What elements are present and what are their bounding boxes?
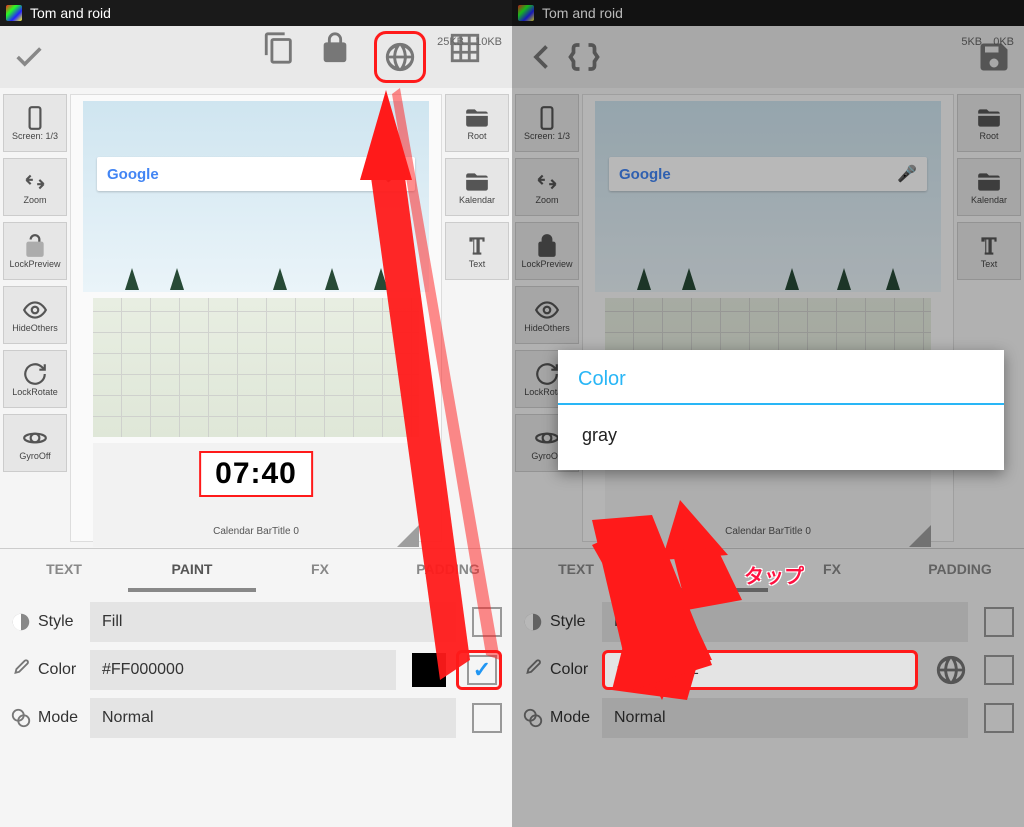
- sidebar-item-kalendar[interactable]: Kalendar: [957, 158, 1021, 216]
- preview-canvas[interactable]: Google🎤 Calendar BarTitle 0: [582, 94, 954, 542]
- title-bar: Tom and roid: [0, 0, 512, 26]
- memory-stats: 25KB 10KB: [429, 36, 502, 48]
- row-style: Style Fill: [522, 598, 1014, 646]
- tab-text[interactable]: TEXT: [0, 549, 128, 588]
- row-mode: Mode Normal: [10, 694, 502, 742]
- tab-padding[interactable]: PADDING: [384, 549, 512, 588]
- property-rows: Style Fill Color #FF000000 Mode Normal: [0, 592, 512, 742]
- globe-icon[interactable]: [383, 40, 417, 74]
- wallpaper: Google🎤: [83, 101, 429, 292]
- app-icon: [6, 5, 22, 21]
- sidebar-item-lockpreview[interactable]: LockPreview: [515, 222, 579, 280]
- tab-fx[interactable]: FX: [256, 549, 384, 588]
- sidebar-item-lockrotate[interactable]: LockRotate: [3, 350, 67, 408]
- dialog-input[interactable]: gray: [578, 405, 984, 470]
- calendar-text: Calendar BarTitle 0: [93, 526, 419, 537]
- map-widget[interactable]: [93, 298, 419, 437]
- color-value[interactable]: #FF000000: [90, 650, 396, 690]
- mode-value[interactable]: Normal: [602, 698, 968, 738]
- app-icon: [518, 5, 534, 21]
- sidebar-item-root[interactable]: Root: [957, 94, 1021, 152]
- color-checkbox[interactable]: [984, 655, 1014, 685]
- color-swatch[interactable]: [412, 653, 446, 687]
- sidebar-item-zoom[interactable]: Zoom: [515, 158, 579, 216]
- top-toolbar: [512, 26, 1024, 88]
- right-panel: Tom and roid 5KB 0KB Screen: 1/3 Zoom Lo…: [512, 0, 1024, 827]
- mic-icon[interactable]: 🎤: [897, 164, 917, 184]
- tab-text[interactable]: TEXT: [512, 549, 640, 588]
- mode-checkbox[interactable]: [472, 703, 502, 733]
- right-sidebar: Root Kalendar Text: [954, 88, 1024, 548]
- clock-text[interactable]: 07:40: [199, 451, 313, 497]
- memory-stats: 5KB 0KB: [953, 36, 1014, 48]
- color-dialog: Color gray: [558, 350, 1004, 470]
- sidebar-item-text[interactable]: Text: [445, 222, 509, 280]
- workspace: Screen: 1/3 Zoom LockPreview HideOthers …: [512, 88, 1024, 548]
- color-checkbox[interactable]: [467, 655, 497, 685]
- sidebar-item-screen[interactable]: Screen: 1/3: [515, 94, 579, 152]
- copy-icon[interactable]: [262, 31, 296, 65]
- row-mode: Mode Normal: [522, 694, 1014, 742]
- card-area: 07:40 Calendar BarTitle 0: [93, 443, 419, 547]
- tab-paint[interactable]: PAINT: [128, 549, 256, 588]
- mic-icon[interactable]: 🎤: [385, 164, 405, 184]
- globe-icon[interactable]: [934, 653, 968, 687]
- sidebar-item-gyro[interactable]: GyroOff: [3, 414, 67, 472]
- right-sidebar: Root Kalendar Text: [442, 88, 512, 548]
- sidebar-item-screen[interactable]: Screen: 1/3: [3, 94, 67, 152]
- sidebar-item-zoom[interactable]: Zoom: [3, 158, 67, 216]
- mode-checkbox[interactable]: [984, 703, 1014, 733]
- title-bar: Tom and roid: [512, 0, 1024, 26]
- back-icon[interactable]: [524, 39, 560, 75]
- left-panel: Tom and roid 25KB 10KB Screen: 1/3 Zoom …: [0, 0, 512, 827]
- brackets-icon[interactable]: [566, 39, 602, 75]
- lock-icon[interactable]: [318, 31, 352, 65]
- tab-bar: TEXT PAINT FX PADDING: [0, 548, 512, 588]
- style-value[interactable]: Fill: [602, 602, 968, 642]
- resize-handle[interactable]: [397, 525, 419, 547]
- confirm-button[interactable]: [12, 40, 46, 74]
- globe-button-highlight: [374, 31, 426, 83]
- app-title: Tom and roid: [542, 5, 623, 21]
- sidebar-item-root[interactable]: Root: [445, 94, 509, 152]
- workspace: Screen: 1/3 Zoom LockPreview HideOthers …: [0, 88, 512, 548]
- row-color: Color #B8323232: [522, 646, 1014, 694]
- color-value[interactable]: #B8323232: [602, 650, 918, 690]
- tab-padding[interactable]: PADDING: [896, 549, 1024, 588]
- style-checkbox[interactable]: [472, 607, 502, 637]
- sidebar-item-hideothers[interactable]: HideOthers: [3, 286, 67, 344]
- tap-annotation: タップ: [744, 560, 804, 589]
- style-value[interactable]: Fill: [90, 602, 456, 642]
- row-style: Style Fill: [10, 598, 502, 646]
- style-checkbox[interactable]: [984, 607, 1014, 637]
- app-title: Tom and roid: [30, 5, 111, 21]
- dialog-title: Color: [578, 368, 984, 391]
- mode-value[interactable]: Normal: [90, 698, 456, 738]
- sidebar-item-text[interactable]: Text: [957, 222, 1021, 280]
- preview-canvas[interactable]: Google🎤 07:40 Calendar BarTitle 0: [70, 94, 442, 542]
- sidebar-item-lockpreview[interactable]: LockPreview: [3, 222, 67, 280]
- google-search-bar[interactable]: Google🎤: [97, 157, 415, 191]
- row-color: Color #FF000000: [10, 646, 502, 694]
- sidebar-item-kalendar[interactable]: Kalendar: [445, 158, 509, 216]
- property-rows: Style Fill Color #B8323232 Mode Normal: [512, 592, 1024, 742]
- left-sidebar: Screen: 1/3 Zoom LockPreview HideOthers …: [512, 88, 582, 548]
- sidebar-item-hideothers[interactable]: HideOthers: [515, 286, 579, 344]
- left-sidebar: Screen: 1/3 Zoom LockPreview HideOthers …: [0, 88, 70, 548]
